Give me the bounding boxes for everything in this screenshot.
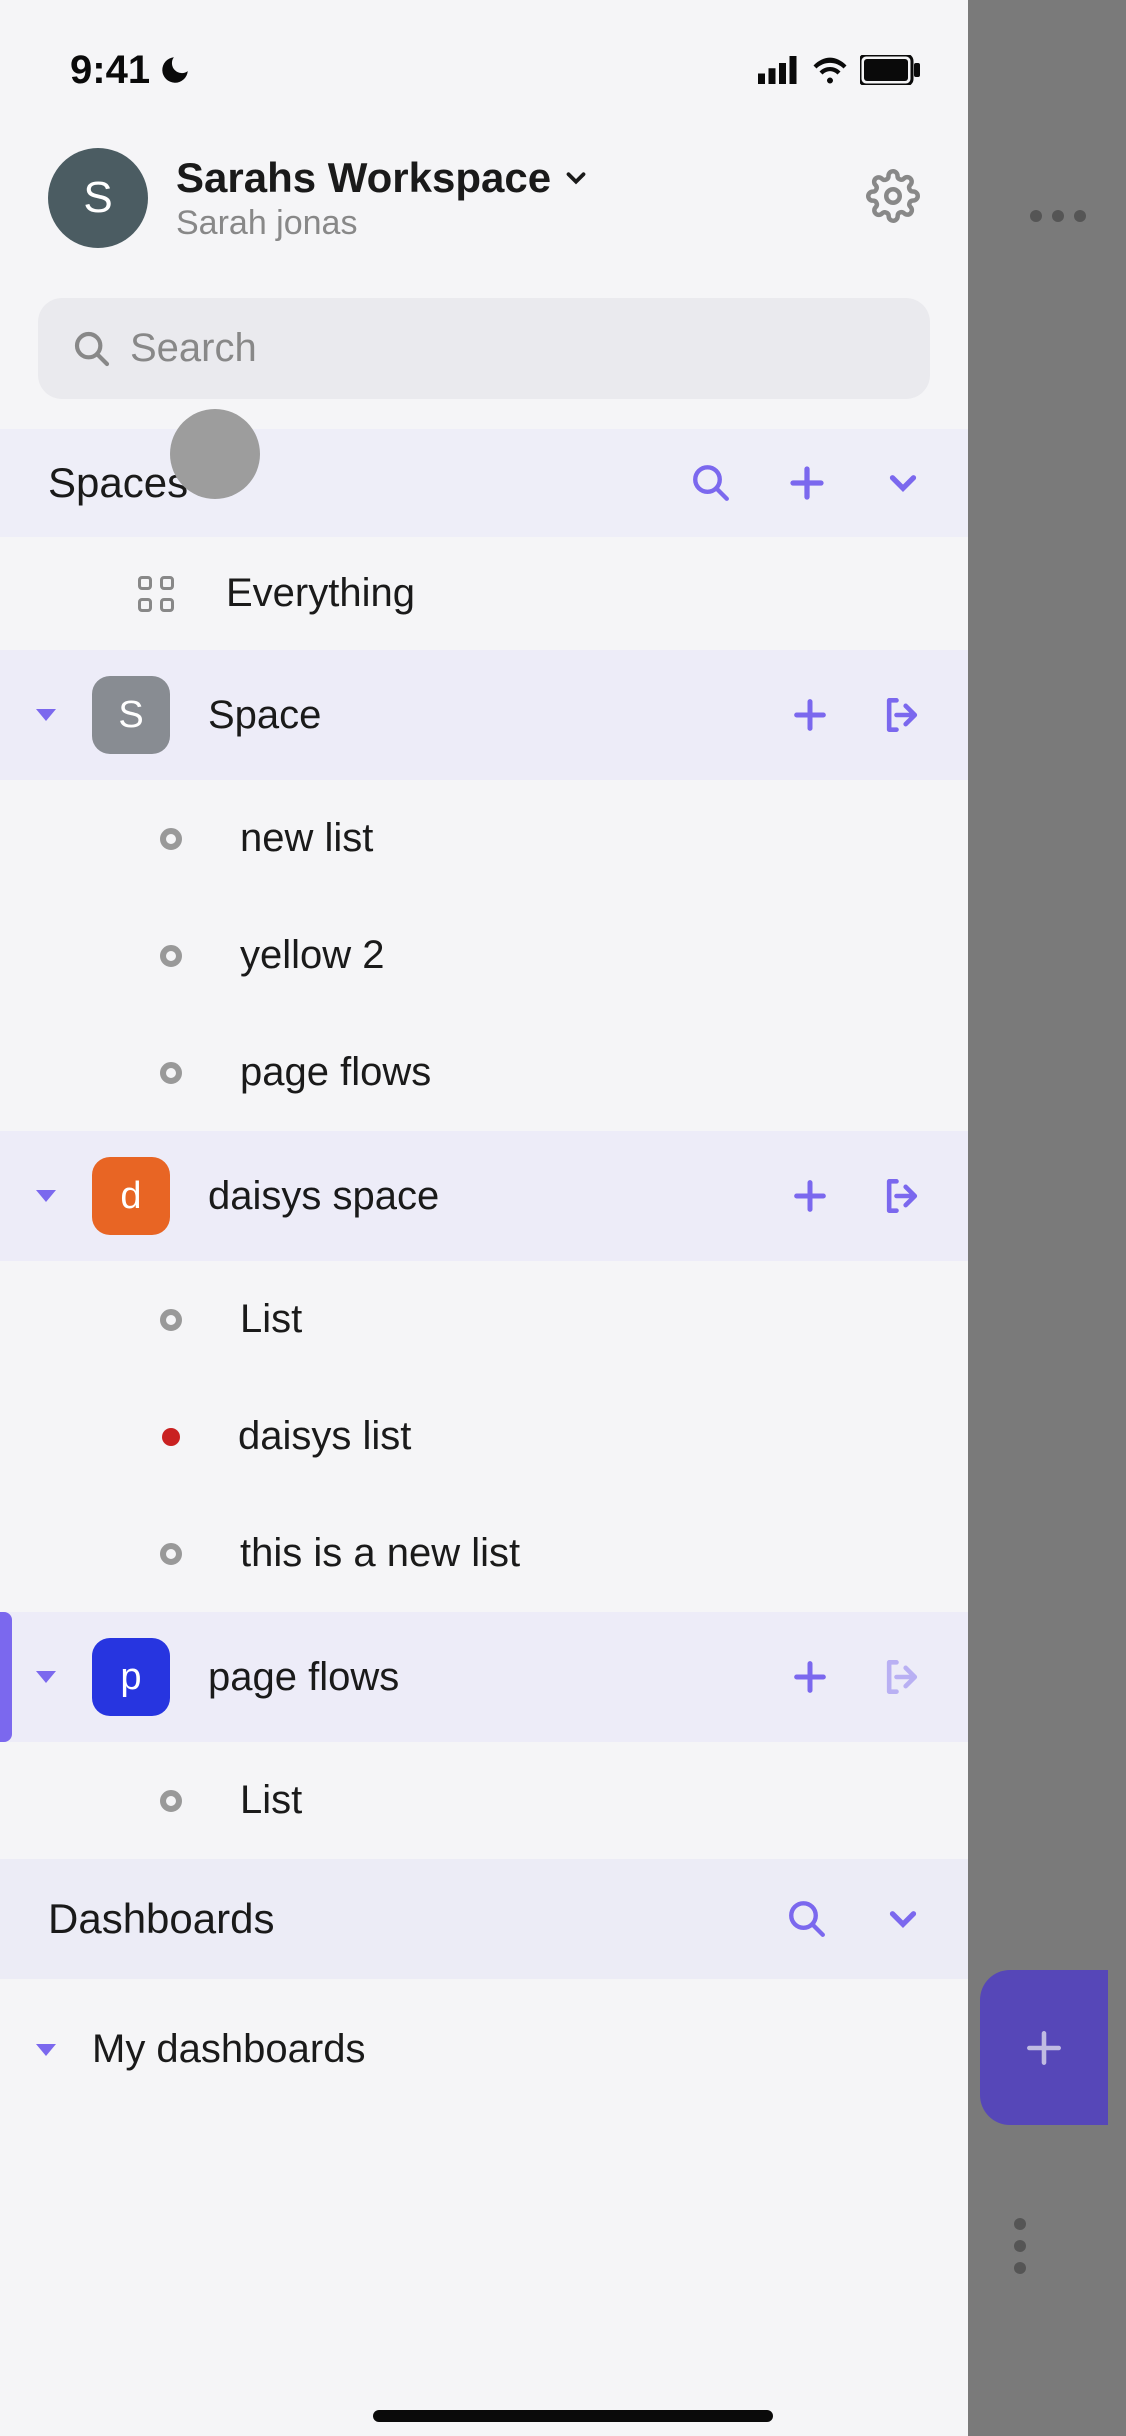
leave-space-icon[interactable]	[880, 1174, 924, 1218]
list-item[interactable]: this is a new list	[0, 1495, 968, 1612]
settings-button[interactable]	[866, 169, 920, 228]
bullet-icon	[160, 945, 182, 967]
sidebar: 9:41 S Sarahs Workspace	[0, 0, 968, 2436]
my-dashboards-label: My dashboards	[92, 2027, 365, 2072]
bullet-icon	[160, 1062, 182, 1084]
workspace-switcher[interactable]: Sarahs Workspace	[176, 154, 866, 202]
add-space-button[interactable]	[786, 462, 828, 504]
active-indicator	[0, 1612, 12, 1742]
space-badge: p	[92, 1638, 170, 1716]
list-label: yellow 2	[240, 933, 385, 978]
space-item[interactable]: d daisys space	[0, 1131, 968, 1261]
space-name: daisys space	[208, 1174, 790, 1219]
space-item-active[interactable]: p page flows	[0, 1612, 968, 1742]
caret-icon[interactable]	[36, 1190, 56, 1202]
status-time: 9:41	[70, 48, 150, 93]
gear-icon	[866, 169, 920, 223]
avatar[interactable]: S	[48, 148, 148, 248]
bullet-filled-icon	[162, 1428, 180, 1446]
dashboards-title: Dashboards	[48, 1895, 786, 1943]
collapse-dashboards-icon[interactable]	[882, 1898, 924, 1940]
search-spaces-icon[interactable]	[690, 462, 732, 504]
list-label: page flows	[240, 1050, 431, 1095]
everything-icon	[138, 576, 174, 612]
create-button[interactable]	[980, 1970, 1108, 2125]
touch-indicator	[170, 409, 260, 499]
home-indicator[interactable]	[373, 2410, 773, 2422]
cellular-icon	[758, 56, 800, 84]
list-item[interactable]: new list	[0, 780, 968, 897]
leave-space-icon[interactable]	[880, 1655, 924, 1699]
list-item[interactable]: yellow 2	[0, 897, 968, 1014]
list-label: new list	[240, 816, 373, 861]
spaces-section-header[interactable]: Spaces	[0, 429, 968, 537]
list-label: this is a new list	[240, 1531, 520, 1576]
vertical-dots[interactable]	[1014, 2218, 1026, 2274]
everything-label: Everything	[226, 571, 415, 616]
list-label: daisys list	[238, 1414, 411, 1459]
add-list-button[interactable]	[790, 1176, 830, 1216]
wifi-icon	[812, 56, 848, 84]
space-name: page flows	[208, 1655, 790, 1700]
status-bar: 9:41	[0, 0, 968, 100]
backdrop[interactable]	[968, 0, 1126, 2436]
username-label: Sarah jonas	[176, 204, 866, 243]
list-item[interactable]: page flows	[0, 1014, 968, 1131]
bullet-icon	[160, 828, 182, 850]
plus-icon	[1022, 2026, 1066, 2070]
space-name: Space	[208, 693, 790, 738]
my-dashboards-item[interactable]: My dashboards	[0, 1979, 968, 2120]
list-item[interactable]: daisys list	[0, 1378, 968, 1495]
workspace-header: S Sarahs Workspace Sarah jonas	[0, 100, 968, 278]
caret-icon[interactable]	[36, 2044, 56, 2056]
search-dashboards-icon[interactable]	[786, 1898, 828, 1940]
space-item[interactable]: S Space	[0, 650, 968, 780]
search-input[interactable]	[130, 326, 896, 371]
list-item[interactable]: List	[0, 1742, 968, 1859]
list-item[interactable]: List	[0, 1261, 968, 1378]
more-options-button[interactable]	[1030, 210, 1086, 222]
bullet-icon	[160, 1309, 182, 1331]
workspace-name-label: Sarahs Workspace	[176, 154, 551, 202]
search-container[interactable]	[38, 298, 930, 399]
spaces-title: Spaces	[48, 459, 690, 507]
moon-icon	[158, 53, 192, 87]
leave-space-icon[interactable]	[880, 693, 924, 737]
collapse-spaces-icon[interactable]	[882, 462, 924, 504]
everything-item[interactable]: Everything	[0, 537, 968, 650]
list-label: List	[240, 1778, 302, 1823]
add-list-button[interactable]	[790, 1657, 830, 1697]
caret-icon[interactable]	[36, 1671, 56, 1683]
dashboards-section-header[interactable]: Dashboards	[0, 1859, 968, 1979]
list-label: List	[240, 1297, 302, 1342]
caret-icon[interactable]	[36, 709, 56, 721]
space-badge: S	[92, 676, 170, 754]
chevron-down-icon	[561, 163, 591, 193]
bullet-icon	[160, 1790, 182, 1812]
battery-icon	[860, 55, 920, 85]
space-badge: d	[92, 1157, 170, 1235]
search-icon	[72, 329, 112, 369]
bullet-icon	[160, 1543, 182, 1565]
add-list-button[interactable]	[790, 695, 830, 735]
